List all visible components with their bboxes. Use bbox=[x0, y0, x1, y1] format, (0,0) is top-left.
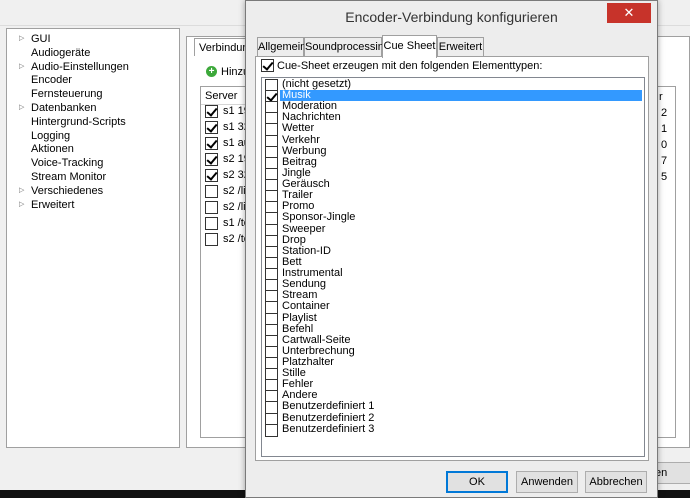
tree-item-label: GUI bbox=[31, 33, 51, 45]
encoder-config-dialog: Encoder-Verbindung konfigurieren ✕ Allge… bbox=[245, 0, 658, 498]
tree-item[interactable]: Hintergrund-Scripts bbox=[7, 115, 177, 129]
element-type-item[interactable]: Container bbox=[264, 301, 642, 315]
dialog-titlebar[interactable]: Encoder-Verbindung konfigurieren ✕ bbox=[246, 1, 657, 31]
server-checkbox[interactable] bbox=[205, 169, 218, 182]
dialog-title: Encoder-Verbindung konfigurieren bbox=[345, 9, 558, 25]
element-type-item[interactable]: Sendung bbox=[264, 279, 642, 293]
element-type-checkbox[interactable] bbox=[265, 423, 278, 437]
tree-item[interactable]: ▷ Audio-Einstellungen bbox=[7, 60, 177, 74]
server-checkbox[interactable] bbox=[205, 153, 218, 166]
tree-item[interactable]: ▷ Datenbanken bbox=[7, 101, 177, 115]
tree-item-label: Voice-Tracking bbox=[31, 157, 104, 170]
element-types-list[interactable]: (nicht gesetzt) Musik Moderation Nachrichte… bbox=[261, 77, 645, 457]
enable-cue-sheet-label[interactable]: Cue-Sheet erzeugen mit den folgenden Ele… bbox=[277, 60, 542, 72]
server-checkbox[interactable] bbox=[205, 201, 218, 214]
tree-item-label: Verschiedenes bbox=[31, 184, 104, 197]
expand-arrow-icon[interactable]: ▷ bbox=[19, 60, 27, 74]
server-checkbox[interactable] bbox=[205, 105, 218, 118]
expand-arrow-icon[interactable]: ▷ bbox=[19, 32, 27, 46]
tree-item-label: Erweitert bbox=[31, 198, 75, 211]
element-type-item[interactable]: Benutzerdefiniert 3 bbox=[264, 423, 642, 437]
tree-item[interactable]: ▷ GUI bbox=[7, 32, 177, 46]
right-column-value: 5 bbox=[661, 171, 668, 183]
tree-item-label: Encoder bbox=[31, 74, 72, 87]
right-column-header[interactable]: r bbox=[659, 91, 663, 103]
tree-item-label: Stream Monitor bbox=[31, 171, 107, 183]
close-button[interactable]: ✕ bbox=[607, 3, 651, 23]
element-type-item[interactable]: Nachrichten bbox=[264, 112, 642, 126]
element-type-item[interactable]: Geräusch bbox=[264, 179, 642, 193]
element-type-item[interactable]: Playlist bbox=[264, 312, 642, 326]
right-column-value: 7 bbox=[661, 155, 668, 167]
tree-item[interactable]: Fernsteuerung bbox=[7, 87, 177, 101]
expand-arrow-icon[interactable]: ▷ bbox=[19, 101, 27, 115]
ok-button[interactable]: OK bbox=[446, 471, 508, 493]
element-type-item[interactable]: Sweeper bbox=[264, 223, 642, 237]
element-type-item[interactable]: Platzhalter bbox=[264, 357, 642, 370]
add-icon[interactable]: + bbox=[206, 66, 217, 77]
tree-item-label: Fernsteuerung bbox=[31, 88, 103, 101]
tab-soundprocessing[interactable]: Soundprocessing bbox=[304, 37, 390, 57]
server-checkbox[interactable] bbox=[205, 217, 218, 230]
element-type-label[interactable]: Sweeper bbox=[280, 223, 327, 235]
tree-item-label: Logging bbox=[31, 129, 71, 142]
server-list[interactable]: Server s1 19 s1 32 s1 au s2 19 s2 32 s2 /liv s… bbox=[200, 86, 251, 438]
element-type-label[interactable]: Benutzerdefiniert 1 bbox=[280, 401, 376, 412]
element-type-label[interactable]: Wetter bbox=[280, 123, 316, 134]
expand-arrow-icon[interactable]: ▷ bbox=[19, 198, 27, 212]
element-type-label[interactable]: Verkehr bbox=[280, 134, 322, 146]
server-checkbox[interactable] bbox=[205, 233, 218, 246]
cue-sheet-panel: Cue-Sheet erzeugen mit den folgenden Ele… bbox=[255, 56, 649, 461]
tree-item-label: Audiogeräte bbox=[31, 46, 91, 59]
tree-item-label: Datenbanken bbox=[31, 102, 97, 114]
server-column-header[interactable]: Server bbox=[201, 87, 249, 105]
apply-button[interactable]: Anwenden bbox=[516, 471, 578, 493]
element-type-item[interactable]: Beitrag bbox=[264, 156, 642, 170]
expand-arrow-icon[interactable]: ▷ bbox=[19, 184, 27, 198]
right-column-value: 2 bbox=[661, 107, 668, 119]
tree-item[interactable]: Stream Monitor bbox=[7, 170, 177, 184]
right-column-value: 1 bbox=[661, 123, 668, 135]
element-type-item[interactable]: Station-ID bbox=[264, 245, 642, 259]
tree-item[interactable]: ▷ Verschiedenes bbox=[7, 184, 177, 198]
element-type-label[interactable]: Playlist bbox=[280, 312, 319, 324]
element-type-item[interactable]: Trailer bbox=[264, 190, 642, 204]
element-type-item[interactable]: Werbung bbox=[264, 145, 642, 159]
right-column-value: 0 bbox=[661, 139, 668, 151]
element-type-label[interactable]: Befehl bbox=[280, 323, 315, 335]
element-type-item[interactable]: Fehler bbox=[264, 379, 642, 393]
tree-item-label: Audio-Einstellungen bbox=[31, 60, 129, 73]
cancel-button[interactable]: Abbrechen bbox=[585, 471, 647, 493]
element-type-item[interactable]: Stille bbox=[264, 368, 642, 382]
tree-item[interactable]: Aktionen bbox=[7, 142, 177, 156]
element-type-label[interactable]: Container bbox=[280, 301, 332, 312]
tree-item[interactable]: Voice-Tracking bbox=[7, 156, 177, 170]
tree-item[interactable]: Audiogeräte bbox=[7, 46, 177, 60]
element-type-label[interactable]: Benutzerdefiniert 2 bbox=[280, 412, 376, 424]
dialog-buttons: OK Anwenden Abbrechen bbox=[246, 471, 657, 495]
tab-verbindung[interactable]: Verbindung bbox=[194, 38, 250, 56]
settings-tree[interactable]: ▷ GUI Audiogeräte ▷ Audio-Einstellungen Encod… bbox=[6, 28, 180, 448]
element-type-label[interactable]: Benutzerdefiniert 3 bbox=[280, 423, 376, 435]
server-checkbox[interactable] bbox=[205, 121, 218, 134]
enable-cue-sheet-checkbox[interactable] bbox=[261, 59, 274, 72]
server-checkbox[interactable] bbox=[205, 137, 218, 150]
server-checkbox[interactable] bbox=[205, 185, 218, 198]
tab-cue-sheet[interactable]: Cue Sheet bbox=[382, 35, 437, 58]
element-type-label[interactable]: Sponsor-Jingle bbox=[280, 212, 357, 223]
tab-erweitert[interactable]: Erweitert bbox=[437, 37, 484, 57]
tree-item-label: Aktionen bbox=[31, 143, 74, 156]
tree-item[interactable]: Logging bbox=[7, 129, 177, 143]
tree-item[interactable]: Encoder bbox=[7, 73, 177, 87]
tree-item[interactable]: ▷ Erweitert bbox=[7, 198, 177, 212]
tab-allgemein[interactable]: Allgemein bbox=[257, 37, 306, 57]
close-icon: ✕ bbox=[623, 5, 635, 20]
tree-item-label: Hintergrund-Scripts bbox=[31, 115, 126, 128]
